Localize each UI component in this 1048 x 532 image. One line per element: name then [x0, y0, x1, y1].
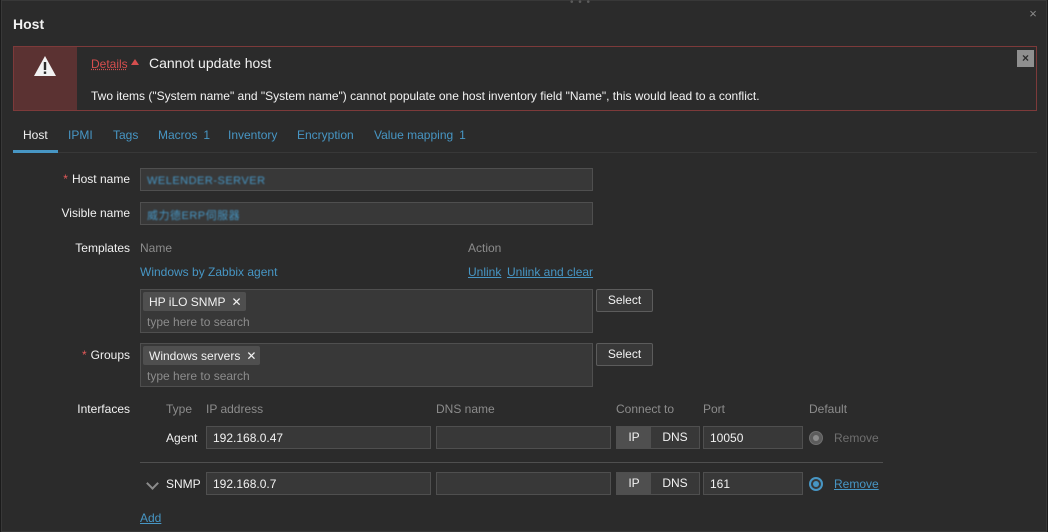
groups-label: * Groups: [81, 348, 130, 362]
close-icon[interactable]: ×: [1026, 7, 1040, 21]
tab-macros[interactable]: Macros 1: [158, 128, 210, 153]
add-interface-link[interactable]: Add: [140, 511, 161, 525]
snmp-dns-input[interactable]: [436, 472, 611, 495]
warning-icon: [34, 56, 56, 76]
agent-connect-dns-button[interactable]: DNS: [651, 427, 699, 448]
visible-name-input[interactable]: 威力德ERP伺服器: [140, 202, 593, 225]
agent-default-radio[interactable]: [809, 431, 823, 445]
tab-host[interactable]: Host: [13, 128, 58, 153]
snmp-remove-link[interactable]: Remove: [834, 477, 879, 491]
interfaces-col-default: Default: [809, 402, 848, 416]
snmp-ip-input[interactable]: 192.168.0.7: [206, 472, 431, 495]
message-close-icon[interactable]: ×: [1017, 50, 1034, 67]
message-title: Cannot update host: [149, 55, 272, 71]
template-chip: HP iLO SNMP ✕: [143, 292, 246, 311]
triangle-up-icon[interactable]: [131, 59, 139, 65]
interfaces-col-dns: DNS name: [436, 402, 495, 416]
host-name-input[interactable]: WELENDER-SERVER: [140, 168, 593, 191]
agent-connect-toggle: IP DNS: [616, 426, 700, 449]
snmp-connect-ip-button[interactable]: IP: [617, 473, 651, 494]
tab-inventory[interactable]: Inventory: [228, 128, 277, 153]
details-toggle[interactable]: Details: [91, 57, 128, 71]
interfaces-col-port: Port: [703, 402, 726, 416]
tab-ipmi[interactable]: IPMI: [68, 128, 93, 153]
agent-connect-ip-button[interactable]: IP: [617, 427, 651, 448]
tab-bar: Host IPMI Tags Macros 1 Inventory Encrypt…: [13, 128, 1037, 153]
tab-value-mapping[interactable]: Value mapping 1: [374, 128, 466, 153]
interfaces-col-connect: Connect to: [616, 402, 675, 416]
interface-type-snmp: SNMP: [166, 477, 201, 491]
chevron-down-icon[interactable]: [146, 477, 159, 490]
agent-ip-input[interactable]: 192.168.0.47: [206, 426, 431, 449]
drag-handle[interactable]: • • •: [570, 0, 591, 8]
group-chip: Windows servers ✕: [143, 346, 261, 365]
agent-dns-input[interactable]: [436, 426, 611, 449]
host-dialog: • • • Host × Details Cannot update host …: [1, 0, 1047, 532]
interfaces-col-type: Type: [166, 402, 193, 416]
agent-port-input[interactable]: 10050: [703, 426, 803, 449]
visible-name-label: Visible name: [61, 206, 130, 220]
templates-label: Templates: [75, 241, 130, 255]
linked-template-link[interactable]: Windows by Zabbix agent: [140, 265, 277, 279]
templates-search-placeholder[interactable]: type here to search: [147, 315, 250, 329]
unlink-link[interactable]: Unlink: [468, 265, 501, 279]
tab-tags[interactable]: Tags: [113, 128, 138, 153]
groups-select-button[interactable]: Select: [596, 343, 653, 366]
interfaces-col-ip: IP address: [206, 402, 264, 416]
templates-col-name: Name: [140, 241, 173, 255]
interfaces-label: Interfaces: [77, 402, 130, 416]
templates-col-action: Action: [468, 241, 502, 255]
templates-select-button[interactable]: Select: [596, 289, 653, 312]
interface-divider: [140, 462, 883, 463]
snmp-connect-toggle: IP DNS: [616, 472, 700, 495]
interface-type-agent: Agent: [166, 431, 198, 445]
groups-search-placeholder[interactable]: type here to search: [147, 369, 250, 383]
warning-icon-box: [14, 47, 77, 110]
snmp-connect-dns-button[interactable]: DNS: [651, 473, 699, 494]
message-text: Two items ("System name" and "System nam…: [91, 89, 760, 103]
dialog-title: Host: [13, 16, 45, 32]
templates-multiselect[interactable]: HP iLO SNMP ✕ type here to search: [140, 289, 593, 333]
remove-chip-icon[interactable]: ✕: [246, 349, 256, 363]
groups-multiselect[interactable]: Windows servers ✕ type here to search: [140, 343, 593, 387]
unlink-and-clear-link[interactable]: Unlink and clear: [507, 265, 593, 279]
remove-chip-icon[interactable]: ✕: [231, 295, 241, 309]
snmp-default-radio[interactable]: [809, 477, 823, 491]
error-message: Details Cannot update host Two items ("S…: [13, 46, 1037, 111]
snmp-port-input[interactable]: 161: [703, 472, 803, 495]
host-name-label: * Host name: [63, 172, 130, 186]
tab-encryption[interactable]: Encryption: [297, 128, 354, 153]
agent-remove-link: Remove: [834, 431, 879, 445]
